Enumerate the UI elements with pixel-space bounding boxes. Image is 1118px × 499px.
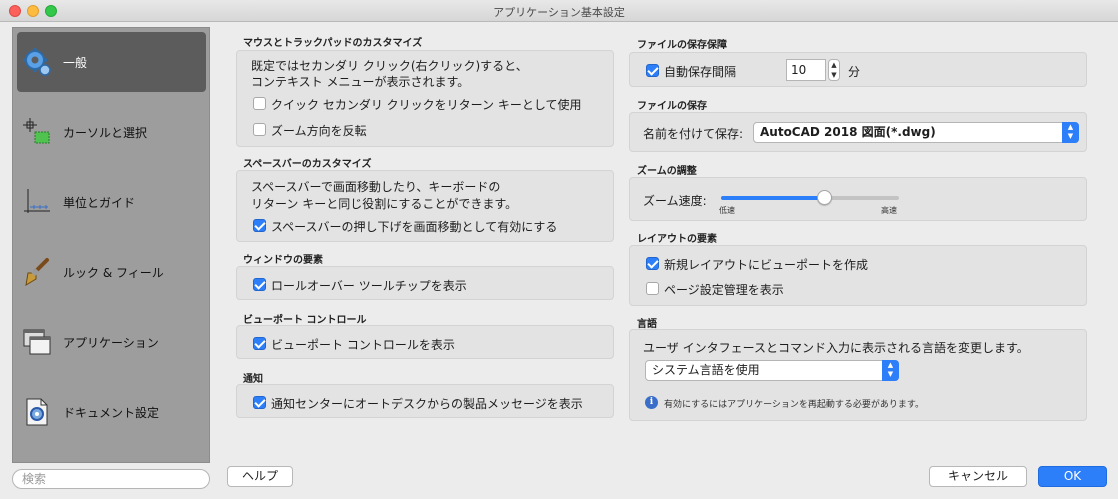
rollover-tooltip-checkbox[interactable] bbox=[253, 278, 266, 291]
layout-section-title: レイアウトの要素 bbox=[637, 234, 717, 245]
sidebar-item-label: 単位とガイド bbox=[63, 195, 136, 210]
sidebar-item-label: ルック & フィール bbox=[63, 265, 164, 280]
spacebar-pan-checkbox[interactable] bbox=[253, 219, 266, 232]
zoom-section: ズーム速度: 低速 高速 bbox=[629, 177, 1087, 221]
zoom-speed-slider-knob[interactable] bbox=[817, 190, 833, 205]
save-as-format-value: AutoCAD 2018 図面(*.dwg) bbox=[760, 125, 936, 139]
paintbrush-icon bbox=[21, 256, 53, 288]
layout-section: 新規レイアウトにビューポートを作成 ページ設定管理を表示 bbox=[629, 245, 1087, 306]
language-select-value: システム言語を使用 bbox=[652, 363, 760, 377]
chevron-up-down-icon: ▲ ▼ bbox=[1062, 122, 1079, 143]
file-safety-section: 自動保存間隔 10 ▲ ▼ 分 bbox=[629, 52, 1087, 87]
sidebar-item-label: カーソルと選択 bbox=[63, 125, 148, 140]
zoom-slow-label: 低速 bbox=[719, 206, 735, 215]
mouse-section: 既定ではセカンダリ クリック(右クリック)すると、 コンテキスト メニューが表示… bbox=[236, 50, 614, 147]
search-input[interactable]: 検索 bbox=[12, 469, 210, 489]
autosave-interval-stepper[interactable]: ▲ ▼ bbox=[828, 59, 840, 81]
spacebar-pan-label[interactable]: スペースバーの押し下げを画面移動として有効にする bbox=[271, 218, 557, 235]
page-setup-label[interactable]: ページ設定管理を表示 bbox=[664, 281, 784, 298]
save-as-format-select[interactable]: AutoCAD 2018 図面(*.dwg) ▲ ▼ bbox=[753, 122, 1079, 143]
notification-section: 通知センターにオートデスクからの製品メッセージを表示 bbox=[236, 384, 614, 418]
mouse-description-line1: 既定ではセカンダリ クリック(右クリック)すると、 bbox=[251, 59, 528, 73]
sidebar-item-document-settings[interactable]: ドキュメント設定 bbox=[17, 382, 206, 442]
rollover-tooltip-label[interactable]: ロールオーバー ツールチップを表示 bbox=[271, 277, 467, 294]
sidebar: 一般 カーソルと選択 単位とガイド ルック & フィール アプリケーション ドキ… bbox=[12, 27, 210, 463]
document-settings-icon bbox=[21, 396, 53, 428]
help-button[interactable]: ヘルプ bbox=[227, 466, 293, 487]
autosave-interval-input[interactable]: 10 bbox=[786, 59, 826, 81]
quick-secondary-click-checkbox[interactable] bbox=[253, 97, 266, 110]
viewport-control-section: ビューポート コントロールを表示 bbox=[236, 325, 614, 359]
quick-secondary-click-label[interactable]: クイック セカンダリ クリックをリターン キーとして使用 bbox=[271, 96, 582, 113]
file-save-section: 名前を付けて保存: AutoCAD 2018 図面(*.dwg) ▲ ▼ bbox=[629, 112, 1087, 152]
sidebar-item-label: 一般 bbox=[63, 55, 88, 70]
notification-label[interactable]: 通知センターにオートデスクからの製品メッセージを表示 bbox=[271, 395, 583, 412]
cursor-selection-icon bbox=[21, 116, 53, 148]
file-save-section-title: ファイルの保存 bbox=[637, 101, 707, 112]
language-section: ユーザ インタフェースとコマンド入力に表示される言語を変更します。 システム言語… bbox=[629, 329, 1087, 421]
gear-icon bbox=[21, 46, 53, 78]
notification-checkbox[interactable] bbox=[253, 396, 266, 409]
sidebar-item-units-guides[interactable]: 単位とガイド bbox=[17, 172, 206, 232]
zoom-fast-label: 高速 bbox=[881, 206, 897, 215]
viewport-control-label[interactable]: ビューポート コントロールを表示 bbox=[271, 336, 455, 353]
chevron-up-down-icon: ▲ ▼ bbox=[882, 360, 899, 381]
info-icon: i bbox=[645, 396, 658, 409]
spacebar-section: スペースバーで画面移動したり、キーボードの リターン キーと同じ役割にすることが… bbox=[236, 170, 614, 242]
file-safety-section-title: ファイルの保存保障 bbox=[637, 40, 727, 51]
window-elements-section: ロールオーバー ツールチップを表示 bbox=[236, 266, 614, 300]
sidebar-item-label: ドキュメント設定 bbox=[63, 405, 160, 420]
viewport-control-checkbox[interactable] bbox=[253, 337, 266, 350]
autosave-unit-label: 分 bbox=[848, 65, 861, 79]
page-setup-checkbox[interactable] bbox=[646, 282, 659, 295]
title-bar: アプリケーション基本設定 bbox=[0, 0, 1118, 22]
sidebar-item-look-feel[interactable]: ルック & フィール bbox=[17, 242, 206, 302]
restart-note: 有効にするにはアプリケーションを再起動する必要があります。 bbox=[664, 400, 925, 410]
spacebar-description-line1: スペースバーで画面移動したり、キーボードの bbox=[251, 180, 501, 194]
reverse-zoom-label[interactable]: ズーム方向を反転 bbox=[271, 122, 367, 139]
sidebar-item-label: アプリケーション bbox=[63, 335, 159, 350]
sidebar-item-application[interactable]: アプリケーション bbox=[17, 312, 206, 372]
cancel-button[interactable]: キャンセル bbox=[929, 466, 1027, 487]
spacebar-description-line2: リターン キーと同じ役割にすることができます。 bbox=[251, 197, 518, 211]
sidebar-item-general[interactable]: 一般 bbox=[17, 32, 206, 92]
save-as-label: 名前を付けて保存: bbox=[643, 127, 744, 141]
ok-button[interactable]: OK bbox=[1038, 466, 1107, 487]
window-title: アプリケーション基本設定 bbox=[493, 6, 625, 19]
mouse-description-line2: コンテキスト メニューが表示されます。 bbox=[251, 75, 470, 89]
spacebar-section-title: スペースバーのカスタマイズ bbox=[243, 159, 372, 170]
new-layout-viewport-checkbox[interactable] bbox=[646, 257, 659, 270]
zoom-speed-slider-fill bbox=[721, 196, 825, 200]
reverse-zoom-checkbox[interactable] bbox=[253, 123, 266, 136]
units-guides-icon bbox=[21, 186, 53, 218]
application-windows-icon bbox=[21, 326, 53, 358]
autosave-label[interactable]: 自動保存間隔 bbox=[664, 63, 736, 80]
zoom-speed-slider[interactable] bbox=[721, 190, 899, 205]
autosave-checkbox[interactable] bbox=[646, 64, 659, 77]
language-description: ユーザ インタフェースとコマンド入力に表示される言語を変更します。 bbox=[643, 341, 1029, 355]
notification-section-title: 通知 bbox=[243, 374, 263, 385]
viewport-control-section-title: ビューポート コントロール bbox=[243, 315, 367, 326]
zoom-section-title: ズームの調整 bbox=[637, 166, 697, 177]
language-select[interactable]: システム言語を使用 ▲ ▼ bbox=[645, 360, 899, 381]
new-layout-viewport-label[interactable]: 新規レイアウトにビューポートを作成 bbox=[664, 256, 868, 273]
mouse-section-title: マウスとトラックパッドのカスタマイズ bbox=[243, 38, 423, 49]
language-section-title: 言語 bbox=[637, 319, 657, 330]
window-elements-section-title: ウィンドウの要素 bbox=[243, 255, 323, 266]
sidebar-item-cursor-selection[interactable]: カーソルと選択 bbox=[17, 102, 206, 162]
zoom-speed-label: ズーム速度: bbox=[643, 194, 707, 208]
